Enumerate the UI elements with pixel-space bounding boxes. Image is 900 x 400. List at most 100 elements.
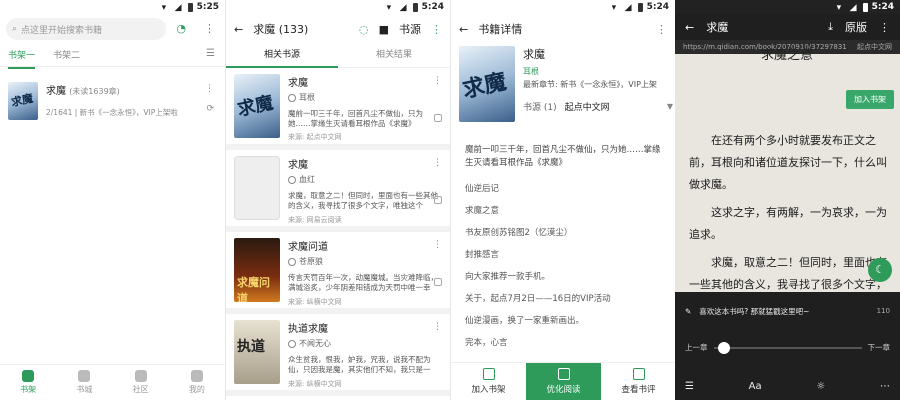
- sync-icon[interactable]: ⟳: [206, 104, 214, 114]
- add-to-shelf-button[interactable]: 加入书架: [846, 90, 894, 109]
- night-mode-fab[interactable]: ☾: [868, 258, 892, 282]
- stop-icon[interactable]: ■: [379, 23, 389, 36]
- book-cover: 求魔问道: [234, 238, 280, 302]
- bookshelf-item[interactable]: 求魔 求魔 (未读1639章) 2/1641 | 新书《一念永恒》，VIP上架啦…: [8, 82, 220, 120]
- nav-label: 书城: [76, 385, 93, 394]
- book-cover-placeholder: [234, 156, 280, 220]
- source-item[interactable]: 求魔 求魔 耳根 魔前一叩三千年，回首凡尘不做仙，只为她……掌缘生灭请看耳根作品…: [226, 68, 450, 150]
- back-arrow-icon[interactable]: ←: [459, 23, 468, 36]
- source-selector[interactable]: 书源 (1) 起点中文网 ▼: [523, 100, 673, 113]
- more-options-icon[interactable]: ⋯: [880, 381, 890, 392]
- nav-bookstore[interactable]: 书城: [76, 370, 92, 395]
- chapter-item[interactable]: 仙逆后记: [451, 178, 675, 200]
- progress-track[interactable]: [713, 341, 862, 354]
- source-name: 起点中文网: [564, 103, 610, 113]
- more-menu-icon[interactable]: ⋮: [431, 23, 442, 36]
- description: 魔前一叩三千年，回首凡尘不做仙，只为她……掌缘生灭请看耳根作品《求魔》: [288, 109, 423, 129]
- nav-bookshelf[interactable]: 书架: [20, 370, 36, 395]
- chapter-item[interactable]: 关于，起点7月2日——16日的VIP活动: [451, 288, 675, 310]
- author-link[interactable]: 耳根: [523, 66, 673, 77]
- nav-label: 我的: [188, 385, 205, 394]
- comment-prompt[interactable]: ✎ 喜欢这本书吗? 那就猛戳这里吧~ 110: [685, 300, 890, 322]
- signal-icon: ◢: [849, 3, 857, 13]
- action-label: 加入书架: [471, 385, 506, 395]
- comment-count: 110: [876, 307, 890, 315]
- download-icon[interactable]: ⤓: [828, 20, 833, 34]
- paragraph: 这求之字，有两解，一为哀求，一为追求。: [689, 206, 887, 241]
- item-more-icon[interactable]: ⋮: [205, 84, 214, 94]
- source-item[interactable]: 求魔 血红 求魔，取意之二！但同时，里面也有一些其他的含义，我寻找了很多个文字，…: [226, 150, 450, 232]
- bottom-nav: 书架 书城 社区 我的: [0, 364, 225, 400]
- chat-icon: [134, 370, 147, 382]
- open-book-icon: [557, 368, 570, 380]
- source-count: 书源 (1): [523, 103, 557, 113]
- source-item[interactable]: 求魔问道 求魔问道 苍原狼 传言天罚百年一次，动魔魔城。当灾难降临，满城浴炙，少…: [226, 232, 450, 314]
- chapter-item[interactable]: 完本，心言: [451, 332, 675, 354]
- page-title: 求魔: [706, 21, 729, 34]
- brightness-icon[interactable]: ☼: [816, 381, 825, 392]
- toolbar: ← 求魔 (133) ◌ ■ 书源 ⋮: [226, 14, 450, 44]
- source-label: 来源: 网易云阅读: [288, 216, 342, 224]
- person-icon: [190, 370, 203, 382]
- status-bar: ▾ ◢ 5:25: [0, 0, 225, 14]
- author-icon: [288, 93, 296, 102]
- reader-tools: ☰ Aa ☼ ⋯: [685, 381, 890, 392]
- more-menu-icon[interactable]: ⋮: [879, 21, 890, 34]
- progress-knob[interactable]: [717, 341, 730, 354]
- item-more-icon[interactable]: ⋮: [433, 158, 442, 168]
- author-icon: [288, 175, 296, 184]
- latest-chapter: 最新章节: 新书《一念永恒》，VIP上架: [523, 80, 657, 89]
- status-time: 5:25: [196, 2, 219, 12]
- status-time: 5:24: [421, 2, 444, 12]
- book-cover: 求魔: [459, 46, 515, 122]
- chevron-down-icon: ▼: [666, 102, 673, 111]
- source-button[interactable]: 书源: [399, 21, 421, 37]
- item-more-icon[interactable]: ⋮: [433, 322, 442, 332]
- read-button[interactable]: 优化阅读: [526, 363, 601, 400]
- signal-icon: ◢: [399, 3, 407, 13]
- loading-spinner-icon: ◌: [358, 22, 369, 36]
- chapter-item[interactable]: 向大家推荐一款手机。: [451, 266, 675, 288]
- tab-related-results[interactable]: 相关结果: [338, 44, 450, 68]
- nav-community[interactable]: 社区: [133, 370, 149, 395]
- item-more-icon[interactable]: ⋮: [433, 240, 442, 250]
- tab-related-sources[interactable]: 相关书源: [226, 44, 338, 68]
- more-menu-icon[interactable]: ⋮: [204, 22, 215, 35]
- back-arrow-icon[interactable]: ←: [234, 23, 243, 36]
- paragraph: 在还有两个多小时就要发布正文之前，耳根向和诸位道友探讨一下，什么叫做求魔。: [689, 134, 887, 191]
- more-menu-icon[interactable]: ⋮: [656, 23, 667, 36]
- select-checkbox[interactable]: [434, 196, 442, 204]
- book-detail-screen: ▾ ◢ 5:24 ← 书籍详情 ⋮ 求魔 求魔 耳根 最新章节: 新书《一念永恒…: [450, 0, 675, 400]
- chapter-item[interactable]: 求魔之意: [451, 200, 675, 222]
- cover-title: 求魔: [9, 91, 35, 110]
- battery-icon: [412, 2, 418, 12]
- signal-icon: ◢: [624, 3, 632, 13]
- select-checkbox[interactable]: [434, 278, 442, 286]
- search-input[interactable]: ⌕ 点这里开始搜索书籍: [6, 18, 166, 40]
- page-title: 求魔 (133): [253, 23, 309, 36]
- select-checkbox[interactable]: [434, 114, 442, 122]
- chapter-item[interactable]: 封推感言: [451, 244, 675, 266]
- prev-chapter-button[interactable]: 上一章: [685, 342, 708, 353]
- reviews-button[interactable]: 查看书评: [601, 363, 675, 400]
- toc-icon[interactable]: ☰: [685, 381, 694, 392]
- status-time: 5:24: [871, 2, 894, 12]
- item-more-icon[interactable]: ⋮: [433, 76, 442, 86]
- compass-icon: [78, 370, 91, 382]
- filter-icon[interactable]: ☰: [206, 48, 215, 59]
- status-bar: ▾ ◢ 5:24: [226, 0, 450, 14]
- font-size-icon[interactable]: Aa: [749, 381, 762, 392]
- back-arrow-icon[interactable]: ←: [685, 21, 694, 34]
- original-mode-button[interactable]: 原版: [845, 19, 867, 35]
- chapter-item[interactable]: 书友原创苏铭图2（忆漠尘）: [451, 222, 675, 244]
- chapter-progress: 上一章 下一章: [685, 341, 891, 354]
- search-icon: ⌕: [12, 24, 18, 34]
- chapter-item[interactable]: 仙逆漫画，换了一家重新画出。: [451, 310, 675, 332]
- reader-control-bar: ✎ 喜欢这本书吗? 那就猛戳这里吧~ 110 上一章 下一章 ☰ Aa ☼ ⋯: [675, 292, 900, 400]
- add-to-shelf-button[interactable]: 加入书架: [451, 363, 526, 400]
- nav-profile[interactable]: 我的: [189, 370, 205, 395]
- source-item[interactable]: 执道 执道求魔 不闻无心 众生贫我，恨我，妒我，咒我，说我不配为仙，只因我是魔，…: [226, 314, 450, 396]
- action-label: 查看书评: [621, 385, 656, 395]
- timer-icon[interactable]: ◔: [176, 22, 186, 35]
- next-chapter-button[interactable]: 下一章: [868, 342, 891, 353]
